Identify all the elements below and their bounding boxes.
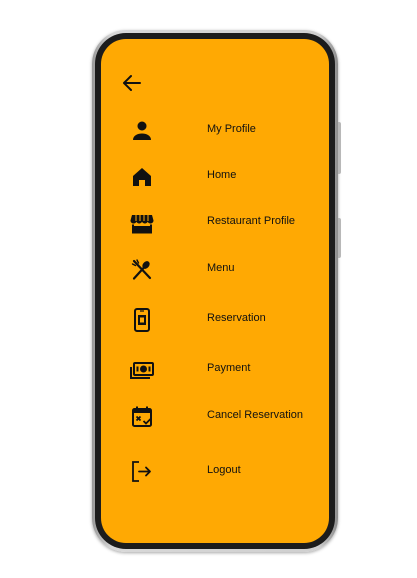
menu-item-reservation[interactable]: Reservation bbox=[129, 305, 329, 335]
menu-item-label: My Profile bbox=[207, 123, 256, 135]
menu-item-label: Logout bbox=[207, 464, 241, 476]
phone-frame: My Profile Home Restaurant Profile Menu … bbox=[92, 30, 341, 552]
menu-item-label: Home bbox=[207, 169, 237, 181]
menu-item-label: Menu bbox=[207, 262, 235, 274]
menu-item-restaurant-profile[interactable]: Restaurant Profile bbox=[129, 208, 329, 238]
menu-item-label: Reservation bbox=[207, 312, 266, 324]
calendar-cancel-icon bbox=[129, 405, 155, 429]
menu-item-label: Cancel Reservation bbox=[207, 409, 303, 421]
menu-item-label: Restaurant Profile bbox=[207, 215, 296, 227]
power-button bbox=[338, 218, 341, 258]
menu-item-label: Payment bbox=[207, 362, 251, 374]
menu-item-payment[interactable]: Payment bbox=[129, 355, 329, 385]
menu-item-logout[interactable]: Logout bbox=[129, 457, 329, 487]
person-icon bbox=[129, 119, 155, 143]
logout-icon bbox=[129, 460, 155, 484]
phone-bezel: My Profile Home Restaurant Profile Menu … bbox=[95, 33, 335, 549]
stage: My Profile Home Restaurant Profile Menu … bbox=[0, 0, 417, 578]
screen: My Profile Home Restaurant Profile Menu … bbox=[101, 39, 329, 543]
menu-item-cancel-reservation[interactable]: Cancel Reservation bbox=[129, 402, 329, 432]
volume-button bbox=[338, 122, 341, 174]
storefront-icon bbox=[129, 211, 155, 235]
payments-icon bbox=[129, 358, 155, 382]
menu-item-home[interactable]: Home bbox=[129, 162, 329, 192]
navigation-menu: My Profile Home Restaurant Profile Menu … bbox=[101, 39, 329, 543]
menu-item-menu[interactable]: Menu bbox=[129, 255, 329, 285]
fork-spoon-icon bbox=[129, 258, 155, 282]
reservation-phone-icon bbox=[129, 308, 155, 332]
menu-item-my-profile[interactable]: My Profile bbox=[129, 116, 329, 146]
home-icon bbox=[129, 165, 155, 189]
